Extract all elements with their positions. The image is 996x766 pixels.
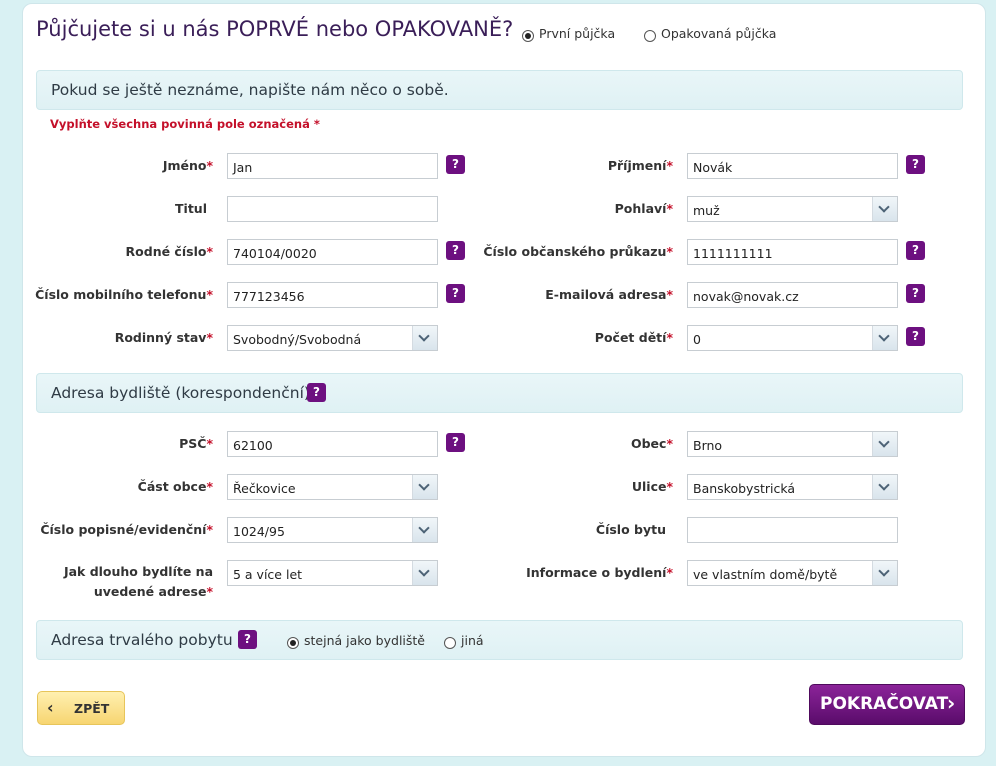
chevron-down-icon[interactable] — [872, 197, 897, 221]
help-icon[interactable]: ? — [906, 327, 925, 346]
section-permanent-address: Adresa trvalého pobytu — [36, 620, 963, 660]
marital-status-value: Svobodný/Svobodná — [233, 332, 362, 347]
children-select[interactable]: 0 — [687, 325, 898, 351]
page-title: Půjčujete si u nás POPRVÉ nebo OPAKOVANĚ… — [36, 17, 514, 41]
radio-first-loan[interactable] — [522, 27, 534, 46]
radio-first-loan-label[interactable]: První půjčka — [539, 26, 615, 41]
street-label: Ulice* — [631, 479, 673, 494]
section-personal-info: Pokud se ještě neznáme, napište nám něco… — [36, 70, 963, 110]
district-value: Řečkovice — [233, 481, 296, 496]
chevron-down-icon[interactable] — [872, 475, 897, 499]
marital-status-select[interactable]: Svobodný/Svobodná — [227, 325, 438, 351]
housing-info-label: Informace o bydlení* — [526, 565, 673, 580]
house-number-select[interactable]: 1024/95 — [227, 517, 438, 543]
help-icon[interactable]: ? — [906, 155, 925, 174]
help-icon[interactable]: ? — [906, 241, 925, 260]
radio-repeat-loan-indicator[interactable] — [644, 30, 656, 42]
id-card-label: Číslo občanského průkazu* — [483, 244, 673, 259]
city-select[interactable]: Brno — [687, 431, 898, 457]
marital-status-label: Rodinný stav* — [114, 330, 213, 345]
help-icon[interactable]: ? — [446, 155, 465, 174]
help-icon[interactable]: ? — [906, 284, 925, 303]
flat-number-input[interactable] — [687, 517, 898, 543]
district-label: Část obce* — [137, 479, 213, 494]
gender-label: Pohlaví* — [614, 201, 673, 216]
help-icon[interactable]: ? — [446, 433, 465, 452]
chevron-down-icon[interactable] — [412, 475, 437, 499]
living-duration-value: 5 a více let — [233, 567, 303, 582]
continue-button-label: POKRAČOVAT — [820, 694, 949, 714]
flat-number-label: Číslo bytu — [595, 522, 666, 537]
first-name-input[interactable]: Jan — [227, 153, 438, 179]
radio-other-address[interactable] — [444, 634, 456, 653]
gender-select[interactable]: muž — [687, 196, 898, 222]
chevron-down-icon[interactable] — [412, 561, 437, 585]
radio-other-address-indicator[interactable] — [444, 637, 456, 649]
birth-number-input[interactable]: 740104/0020 — [227, 239, 438, 265]
radio-first-loan-indicator[interactable] — [522, 30, 534, 42]
zip-label: PSČ* — [179, 436, 213, 451]
children-value: 0 — [693, 332, 701, 347]
chevron-down-icon[interactable] — [872, 432, 897, 456]
street-value: Banskobystrická — [693, 481, 796, 496]
radio-other-address-label[interactable]: jiná — [461, 633, 484, 648]
last-name-input[interactable]: Novák — [687, 153, 898, 179]
street-select[interactable]: Banskobystrická — [687, 474, 898, 500]
city-label: Obec* — [630, 436, 673, 451]
continue-button[interactable]: POKRAČOVAT › — [809, 684, 965, 725]
back-button-label: ZPĚT — [74, 701, 110, 716]
chevron-down-icon[interactable] — [872, 561, 897, 585]
chevron-down-icon[interactable] — [412, 326, 437, 350]
help-icon[interactable]: ? — [238, 630, 257, 649]
email-label: E-mailová adresa* — [545, 287, 673, 302]
mobile-input[interactable]: 777123456 — [227, 282, 438, 308]
last-name-label: Příjmení* — [607, 158, 673, 173]
id-card-input[interactable]: 1111111111 — [687, 239, 898, 265]
radio-same-address-label[interactable]: stejná jako bydliště — [304, 633, 425, 648]
living-duration-label: Jak dlouho bydlíte na uvedené adrese* — [63, 564, 213, 599]
section-personal-title: Pokud se ještě neznáme, napište nám něco… — [51, 81, 449, 99]
mobile-label: Číslo mobilního telefonu* — [35, 287, 213, 302]
chevron-down-icon[interactable] — [872, 326, 897, 350]
section-address: Adresa bydliště (korespondenční) — [36, 373, 963, 413]
radio-same-address[interactable] — [287, 634, 299, 653]
house-number-label: Číslo popisné/evidenční* — [40, 522, 213, 537]
radio-same-address-indicator[interactable] — [287, 637, 299, 649]
birth-number-label: Rodné číslo* — [125, 244, 213, 259]
required-fields-note: Vyplňte všechna povinná pole označená * — [50, 117, 320, 131]
help-icon[interactable]: ? — [446, 241, 465, 260]
email-input[interactable]: novak@novak.cz — [687, 282, 898, 308]
back-button[interactable]: ‹ ZPĚT — [37, 691, 125, 725]
chevron-left-icon: ‹ — [47, 698, 54, 717]
help-icon[interactable]: ? — [446, 284, 465, 303]
chevron-right-icon: › — [947, 691, 956, 715]
zip-input[interactable]: 62100 — [227, 431, 438, 457]
radio-repeat-loan[interactable] — [644, 27, 656, 46]
section-address-title: Adresa bydliště (korespondenční) — [51, 384, 310, 402]
gender-value: muž — [693, 203, 720, 218]
housing-info-value: ve vlastním domě/bytě — [693, 567, 838, 582]
living-duration-select[interactable]: 5 a více let — [227, 560, 438, 586]
first-name-label: Jméno* — [162, 158, 213, 173]
city-value: Brno — [693, 438, 723, 453]
title-label: Titul — [175, 201, 207, 216]
help-icon[interactable]: ? — [307, 383, 326, 402]
chevron-down-icon[interactable] — [412, 518, 437, 542]
district-select[interactable]: Řečkovice — [227, 474, 438, 500]
title-input[interactable] — [227, 196, 438, 222]
children-label: Počet dětí* — [594, 330, 673, 345]
housing-info-select[interactable]: ve vlastním domě/bytě — [687, 560, 898, 586]
radio-repeat-loan-label[interactable]: Opakovaná půjčka — [661, 26, 776, 41]
house-number-value: 1024/95 — [233, 524, 285, 539]
section-permanent-title: Adresa trvalého pobytu — [51, 631, 233, 649]
